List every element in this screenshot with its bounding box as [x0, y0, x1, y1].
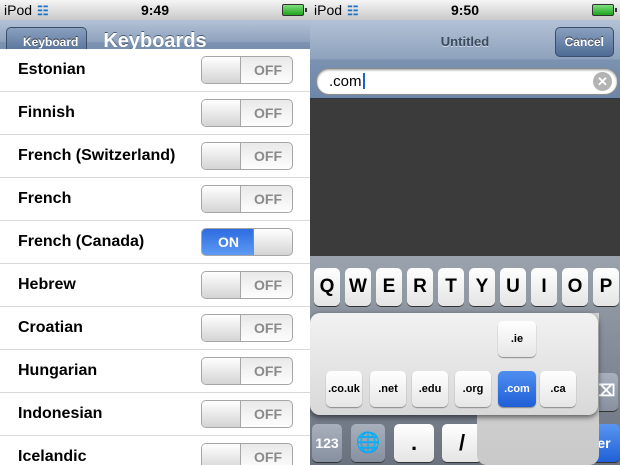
list-item: French (Canada) ON [0, 221, 310, 264]
list-item: Hebrew OFF [0, 264, 310, 307]
dot-key[interactable]: . [394, 424, 434, 462]
toggle-state: OFF [254, 449, 282, 465]
domain-key[interactable]: .org [455, 371, 491, 407]
language-toggle[interactable]: OFF [201, 400, 293, 428]
letter-key[interactable]: O [562, 268, 588, 306]
toggle-state: OFF [254, 406, 282, 422]
toggle-state: OFF [254, 363, 282, 379]
toggle-state: OFF [254, 191, 282, 207]
toggle-knob [202, 100, 241, 126]
domain-key[interactable]: .edu [412, 371, 448, 407]
domain-key[interactable]: .co.uk [326, 371, 362, 407]
toggle-knob [202, 315, 241, 341]
clear-icon[interactable]: ✕ [593, 72, 612, 91]
language-toggle[interactable]: OFF [201, 142, 293, 170]
domain-key[interactable]: .ca [540, 371, 576, 407]
language-label: Hungarian [18, 362, 98, 379]
language-toggle[interactable]: OFF [201, 314, 293, 342]
toggle-knob [253, 229, 292, 255]
slash-key[interactable]: / [442, 424, 482, 462]
toggle-state: OFF [254, 320, 282, 336]
letter-key[interactable]: T [438, 268, 464, 306]
toggle-state: OFF [254, 62, 282, 78]
language-label: Icelandic [18, 448, 87, 465]
numbers-key[interactable]: 123 [312, 424, 342, 462]
letter-key[interactable]: I [531, 268, 557, 306]
keyboards-settings-screen: iPod ☷ 9:49 Keyboard Keyboards Estonian O… [0, 0, 310, 465]
language-label: Estonian [18, 61, 86, 78]
clock: 9:49 [140, 2, 170, 18]
letter-key[interactable]: R [407, 268, 433, 306]
list-item: French (Switzerland) OFF [0, 135, 310, 178]
toggle-knob [202, 401, 241, 427]
toggle-knob [202, 143, 241, 169]
list-item: Hungarian OFF [0, 350, 310, 393]
language-toggle[interactable]: OFF [201, 271, 293, 299]
language-toggle[interactable]: OFF [201, 185, 293, 213]
browser-screen: iPod ☷ 9:50 Untitled Cancel .com ✕ QWERT… [310, 0, 620, 465]
language-label: Croatian [18, 319, 83, 336]
toggle-state: OFF [254, 148, 282, 164]
letter-key[interactable]: W [345, 268, 371, 306]
list-item: Indonesian OFF [0, 393, 310, 436]
battery-icon [592, 4, 617, 16]
toggle-state: OFF [254, 277, 282, 293]
list-item: Croatian OFF [0, 307, 310, 350]
list-item: Estonian OFF [0, 49, 310, 92]
domain-popup: .ie .co.uk .net .edu .org .com .ca [310, 313, 598, 415]
toggle-knob [202, 186, 241, 212]
toggle-knob [202, 57, 241, 83]
language-label: Indonesian [18, 405, 103, 422]
language-label: French (Canada) [18, 233, 145, 250]
language-toggle[interactable]: OFF [201, 56, 293, 84]
toggle-knob [202, 272, 241, 298]
domain-key[interactable]: .net [370, 371, 406, 407]
toggle-state: OFF [254, 105, 282, 121]
language-toggle[interactable]: OFF [201, 443, 293, 465]
status-bar: iPod ☷ 9:50 [310, 0, 620, 20]
letter-key[interactable]: Q [314, 268, 340, 306]
status-bar: iPod ☷ 9:49 [0, 0, 310, 20]
language-label: Hebrew [18, 276, 76, 293]
language-label: Finnish [18, 104, 75, 121]
url-input-value: .com [329, 73, 365, 90]
toggle-knob [202, 358, 241, 384]
toggle-state: ON [218, 234, 239, 250]
toggle-knob [202, 444, 241, 465]
letter-key[interactable]: U [500, 268, 526, 306]
domain-key-ie[interactable]: .ie [498, 321, 536, 357]
language-toggle[interactable]: OFF [201, 99, 293, 127]
domain-key[interactable]: .com [498, 371, 536, 407]
letter-key[interactable]: Y [469, 268, 495, 306]
language-toggle[interactable]: OFF [201, 357, 293, 385]
url-input[interactable]: .com ✕ [316, 68, 618, 95]
globe-icon[interactable]: 🌐 [351, 424, 385, 462]
battery-icon [282, 4, 307, 16]
list-item: French OFF [0, 178, 310, 221]
clock: 9:50 [450, 2, 480, 18]
language-label: French [18, 190, 72, 207]
keyboard-language-list: Estonian OFF Finnish OFF French (Switzerland… [0, 49, 310, 465]
list-item: Finnish OFF [0, 92, 310, 135]
list-item: Icelandic OFF [0, 436, 310, 465]
language-label: French (Switzerland) [18, 147, 176, 164]
language-toggle[interactable]: ON [201, 228, 293, 256]
cancel-button[interactable]: Cancel [554, 27, 614, 57]
letter-key[interactable]: E [376, 268, 402, 306]
letter-key[interactable]: P [593, 268, 619, 306]
